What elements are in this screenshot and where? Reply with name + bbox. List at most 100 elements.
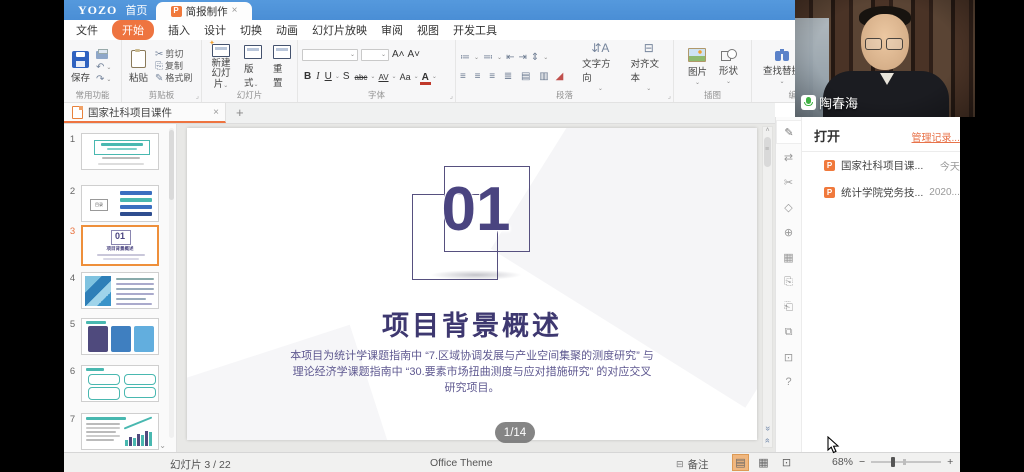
recent-file-item[interactable]: P 统计学院党务技... 2020... xyxy=(802,179,960,206)
bold-button[interactable]: B xyxy=(302,72,313,82)
redo-button[interactable]: ↷⌄ xyxy=(96,75,111,85)
cut-button[interactable]: ✂剪切 xyxy=(155,50,192,60)
scrollbar-thumb[interactable] xyxy=(169,130,174,200)
clipboard-icon[interactable]: ⎗ xyxy=(776,295,801,319)
duplicate-icon[interactable]: ⧉ xyxy=(776,320,801,344)
thumbnail-row-2[interactable]: 2 目录 xyxy=(64,185,176,222)
slide-sorter-view-button[interactable]: ▦ xyxy=(755,454,772,471)
tag-icon[interactable]: ◇ xyxy=(776,195,801,219)
webcam-video-overlay[interactable]: 陶春海 xyxy=(795,0,975,117)
layout-button[interactable]: 版式⌄ xyxy=(241,44,265,90)
thumbnail-scroll-down-icon[interactable]: ⌄ xyxy=(159,441,166,450)
thumbnail-row-6[interactable]: 6 xyxy=(64,365,176,402)
thumbnail-row-5[interactable]: 5 xyxy=(64,318,176,355)
slideshow-view-button[interactable]: ⊡ xyxy=(778,454,795,471)
scrollbar-thumb[interactable] xyxy=(764,137,771,167)
close-icon[interactable]: × xyxy=(232,6,238,16)
previous-slide-button[interactable]: « xyxy=(763,426,772,431)
next-slide-button[interactable]: « xyxy=(763,438,772,443)
underline-button[interactable]: U xyxy=(323,72,334,82)
change-case-button[interactable]: Aa xyxy=(398,72,413,82)
menu-insert[interactable]: 插入 xyxy=(168,22,190,38)
format-painter-button[interactable]: ✎格式刷 xyxy=(155,74,192,84)
chevron-down-icon: ⌄ xyxy=(432,74,437,80)
shadow-button[interactable]: S xyxy=(341,72,352,82)
thumbnail-preview-6[interactable] xyxy=(81,365,159,402)
scissors-icon[interactable]: ✂ xyxy=(776,170,801,194)
scroll-up-icon[interactable]: ˄ xyxy=(763,127,772,135)
thumbnail-preview-7[interactable] xyxy=(81,413,159,450)
close-icon[interactable]: × xyxy=(213,107,219,118)
italic-button[interactable]: I xyxy=(314,72,321,82)
new-document-tab-button[interactable]: + xyxy=(236,105,244,120)
save-button[interactable]: 保存 xyxy=(68,44,93,90)
document-window-tab[interactable]: P 简报制作 × xyxy=(156,2,252,20)
paste-button[interactable]: 粘贴 xyxy=(126,44,151,90)
home-button[interactable]: 首页 xyxy=(125,2,147,18)
thumbnail-scrollbar[interactable] xyxy=(169,128,174,438)
menu-file[interactable]: 文件 xyxy=(76,22,98,38)
manage-records-link[interactable]: 管理记录... xyxy=(912,129,960,144)
font-size-select[interactable]: ⌄ xyxy=(361,49,389,61)
alignment-buttons[interactable]: ≡ ≡ ≡ ≣ ▤ ▥ xyxy=(460,71,552,82)
notes-toggle[interactable]: ⊟ 备注 xyxy=(676,457,709,472)
menu-design[interactable]: 设计 xyxy=(204,22,226,38)
swap-icon[interactable]: ⇄ xyxy=(776,145,801,169)
zoom-slider[interactable] xyxy=(871,461,941,463)
current-slide[interactable]: 01 项目背景概述 本项目为统计学课题指南中 “7.区域协调发展与产业空间集聚的… xyxy=(187,128,757,440)
menu-animations[interactable]: 动画 xyxy=(276,22,298,38)
font-name-select[interactable]: ⌄ xyxy=(302,49,358,61)
menu-home[interactable]: 开始 xyxy=(112,20,154,40)
outdent-button[interactable]: ⇤ xyxy=(506,52,514,63)
app-logo[interactable]: YOZO 首页 xyxy=(78,0,147,20)
table-direction-button[interactable]: ◢ xyxy=(556,71,564,82)
canvas-vertical-scrollbar[interactable]: ˄ « « xyxy=(762,126,773,448)
menu-devtools[interactable]: 开发工具 xyxy=(453,22,497,38)
thumbnail-preview-4[interactable] xyxy=(81,272,159,309)
undo-button[interactable]: ↶⌄ xyxy=(96,63,111,73)
thumbnail-row-4[interactable]: 4 xyxy=(64,272,176,309)
shapes-button[interactable]: 形状 ⌄ xyxy=(716,44,741,90)
shrink-font-button[interactable]: A˅ xyxy=(408,50,421,60)
line-spacing-button[interactable]: ⇕ xyxy=(531,52,539,63)
print-icon[interactable] xyxy=(96,51,108,59)
thumb6-box xyxy=(88,387,120,400)
bullets-button[interactable]: ≔ xyxy=(460,52,470,63)
strikethrough-button[interactable]: abc xyxy=(353,73,370,82)
document-tab[interactable]: 国家社科项目课件 × xyxy=(64,103,226,123)
font-color-button[interactable]: A xyxy=(420,72,431,83)
edit-box-icon[interactable]: ⊡ xyxy=(776,345,801,369)
indent-button[interactable]: ⇥ xyxy=(518,52,526,63)
normal-view-button[interactable]: ▤ xyxy=(732,454,749,471)
menu-transitions[interactable]: 切换 xyxy=(240,22,262,38)
menu-slideshow[interactable]: 幻灯片放映 xyxy=(312,22,367,38)
grow-font-button[interactable]: A˄ xyxy=(392,50,405,60)
thumbnail-preview-5[interactable] xyxy=(81,318,159,355)
copy-button[interactable]: ⎘复制 xyxy=(155,62,192,72)
thumbnail-preview-2[interactable]: 目录 xyxy=(81,185,159,222)
numbering-button[interactable]: ≕ xyxy=(483,52,493,63)
thumbnail-preview-1[interactable] xyxy=(81,133,159,170)
zoom-out-button[interactable]: − xyxy=(859,456,865,468)
text-direction-button[interactable]: ⇵A 文字方向 ⌄ xyxy=(579,44,621,90)
char-spacing-button[interactable]: AV xyxy=(376,73,390,82)
grid-icon[interactable]: ▦ xyxy=(776,245,801,269)
recent-file-item[interactable]: P 国家社科项目课... 今天 xyxy=(802,152,960,179)
theme-name[interactable]: Office Theme xyxy=(430,457,493,469)
reset-button[interactable]: 重置 xyxy=(270,44,294,90)
zoom-slider-thumb[interactable] xyxy=(891,457,895,467)
menu-view[interactable]: 视图 xyxy=(417,22,439,38)
align-text-button[interactable]: ⊟ 对齐文本 ⌄ xyxy=(628,44,670,90)
new-slide-button[interactable]: 新建幻灯片⌄ xyxy=(206,44,236,90)
thumbnail-row-3-selected[interactable]: 3 01 项目背景概述 xyxy=(64,225,176,266)
thumbnail-preview-3[interactable]: 01 项目背景概述 xyxy=(81,225,159,266)
group-label-font: 字体 xyxy=(298,89,455,101)
copy-page-icon[interactable]: ⎘ xyxy=(776,270,801,294)
move-icon[interactable]: ⊕ xyxy=(776,220,801,244)
help-icon[interactable]: ? xyxy=(776,370,801,394)
thumbnail-row-1[interactable]: 1 xyxy=(64,133,176,170)
zoom-in-button[interactable]: + xyxy=(947,456,953,468)
picture-button[interactable]: 图片 ⌄ xyxy=(685,44,710,90)
edit-pencil-icon[interactable]: ✎ xyxy=(776,120,801,144)
menu-review[interactable]: 审阅 xyxy=(381,22,403,38)
